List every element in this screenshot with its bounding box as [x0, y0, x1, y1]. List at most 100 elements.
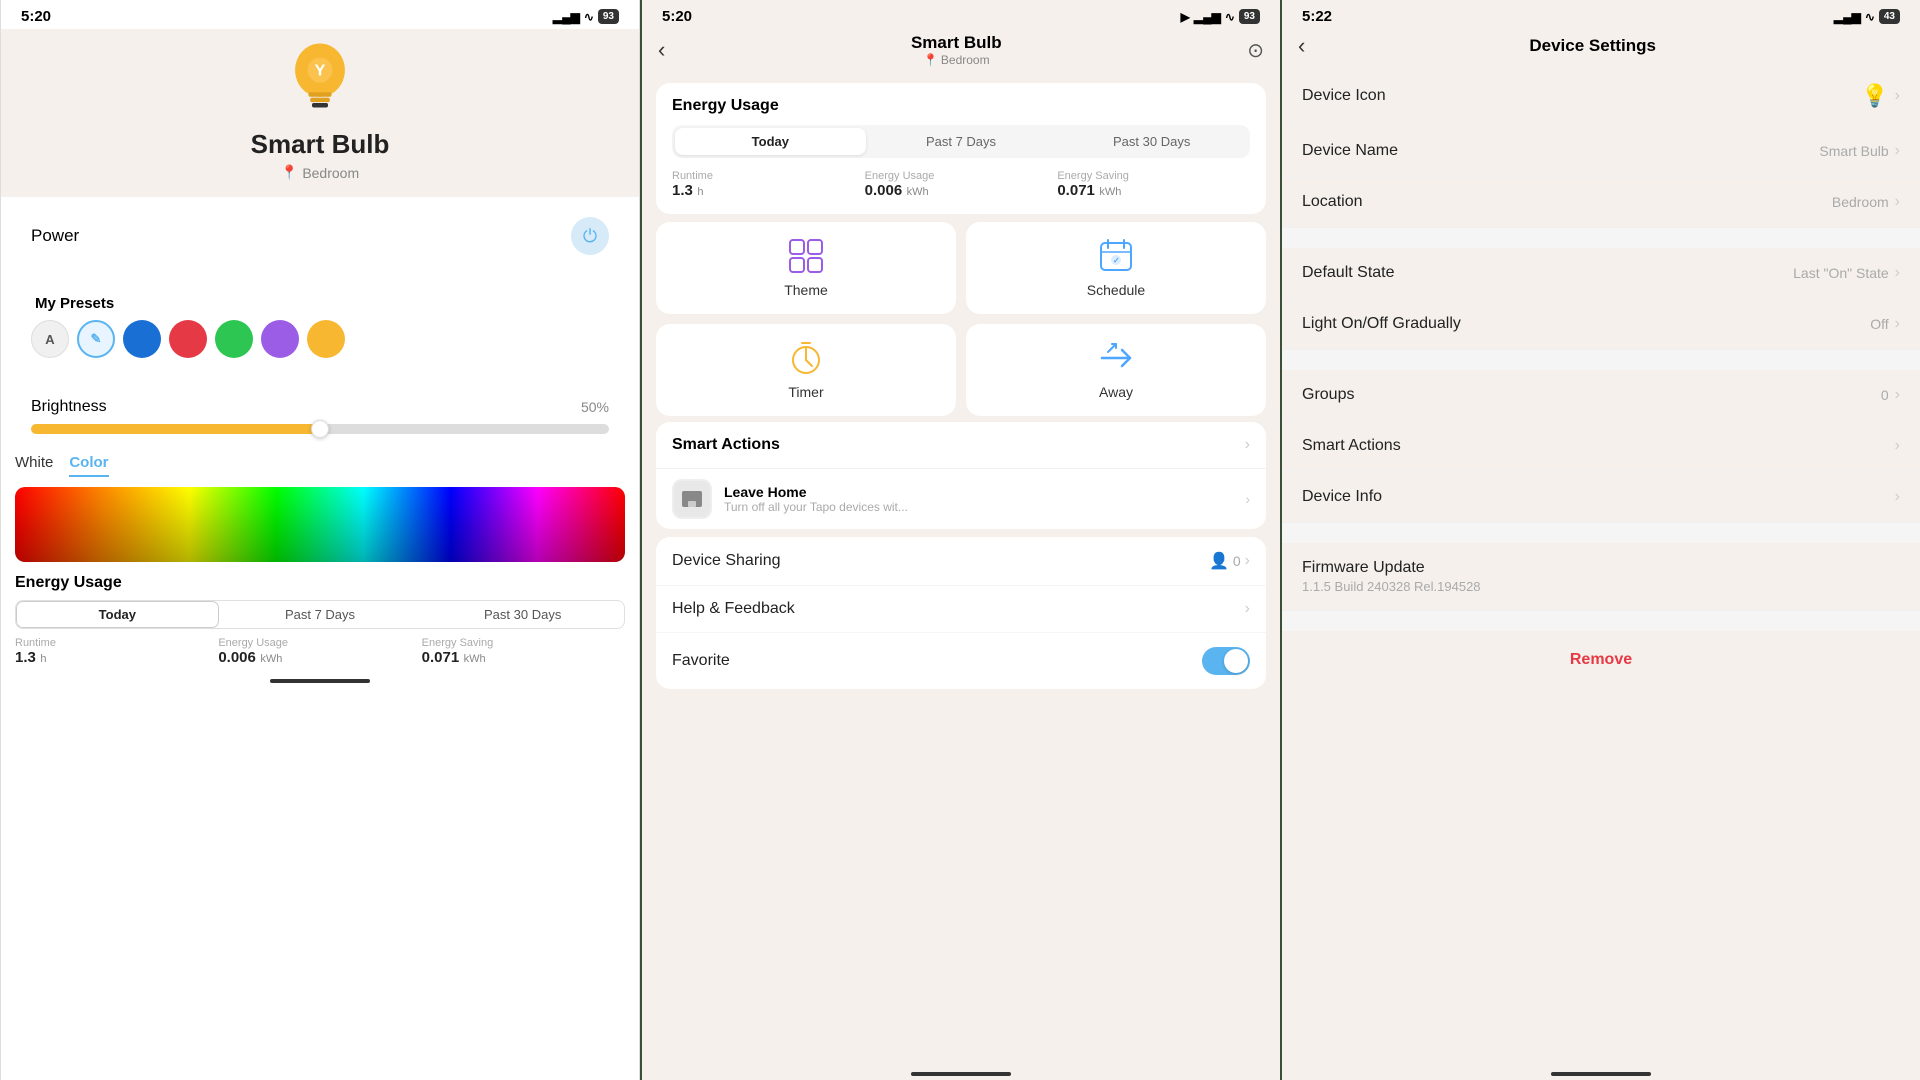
grid-label-timer: Timer	[788, 384, 823, 400]
section-gap-4	[1282, 611, 1920, 631]
schedule-icon: ✓	[1098, 238, 1134, 274]
preset-yellow[interactable]	[307, 320, 345, 358]
preset-green[interactable]	[215, 320, 253, 358]
action-icon-leave-home	[672, 479, 712, 519]
panel-2: 5:20 ▶ ▂▄▆ ∿ 93 ‹ Smart Bulb 📍 Bedroom ⊙…	[642, 0, 1280, 1080]
signal-icon-2: ▂▄▆	[1194, 10, 1221, 24]
nav-title-2: Smart Bulb 📍 Bedroom	[665, 33, 1247, 67]
device-info-chevron: ›	[1895, 488, 1900, 506]
battery-1: 93	[598, 9, 619, 24]
sharing-count: 0	[1233, 553, 1241, 569]
back-button-2[interactable]: ‹	[658, 37, 665, 63]
preset-blue[interactable]	[123, 320, 161, 358]
status-icons-3: ▂▄▆ ∿ 43	[1834, 9, 1900, 24]
energy-tab-today[interactable]: Today	[16, 601, 219, 628]
section-gap-3	[1282, 523, 1920, 543]
status-time-1: 5:20	[21, 8, 51, 25]
panel-1: 5:20 ▂▄▆ ∿ 93 Y Smart Bulb 📍 Bedroom Pow…	[0, 0, 640, 1080]
smart-actions-item[interactable]: Smart Actions ›	[1282, 421, 1920, 472]
preset-purple[interactable]	[261, 320, 299, 358]
energy-stats-2: Runtime 1.3 h Energy Usage 0.006 kWh Ene…	[672, 170, 1250, 200]
nav-bar-3: ‹ Device Settings	[1282, 29, 1920, 67]
status-icons-2: ▶ ▂▄▆ ∿ 93	[1181, 9, 1260, 24]
location-pin-icon-2: 📍	[923, 53, 938, 67]
energy-stats: Runtime 1.3 h Energy Usage 0.006 kWh Ene…	[15, 637, 625, 667]
help-chevron: ›	[1245, 600, 1250, 618]
wifi-icon-3: ∿	[1865, 10, 1875, 24]
back-button-3[interactable]: ‹	[1298, 33, 1305, 59]
firmware-item[interactable]: Firmware Update 1.1.5 Build 240328 Rel.1…	[1282, 543, 1920, 611]
feature-grid: Theme ✓ Schedule	[656, 222, 1266, 416]
home-indicator-3	[1282, 1060, 1920, 1080]
device-icon-item[interactable]: Device Icon 💡 ›	[1282, 67, 1920, 126]
p2-tab-30days[interactable]: Past 30 Days	[1056, 128, 1247, 155]
signal-icon-3: ▂▄▆	[1834, 10, 1861, 24]
presets-row: A ✎	[31, 320, 609, 358]
energy-section: Energy Usage Today Past 7 Days Past 30 D…	[15, 574, 625, 667]
light-gradually-chevron: ›	[1895, 315, 1900, 333]
location-pin-icon: 📍	[281, 164, 298, 181]
p2-stat-runtime: Runtime 1.3 h	[672, 170, 865, 200]
brightness-label: Brightness	[31, 398, 107, 416]
grid-item-timer[interactable]: Timer	[656, 324, 956, 416]
energy-tab-7days[interactable]: Past 7 Days	[219, 601, 422, 628]
section-gap-1	[1282, 228, 1920, 248]
p2-tab-today[interactable]: Today	[675, 128, 866, 155]
stat-runtime: Runtime 1.3 h	[15, 637, 218, 667]
wifi-icon-1: ∿	[584, 10, 594, 24]
tab-color[interactable]: Color	[69, 454, 108, 477]
svg-text:✓: ✓	[1113, 256, 1120, 265]
p2-scroll: Energy Usage Today Past 7 Days Past 30 D…	[642, 75, 1280, 1060]
brightness-card: Brightness 50%	[15, 384, 625, 448]
location-chevron: ›	[1895, 193, 1900, 211]
settings-icon-2[interactable]: ⊙	[1247, 38, 1264, 63]
default-state-item[interactable]: Default State Last "On" State ›	[1282, 248, 1920, 299]
preset-a[interactable]: A	[31, 320, 69, 358]
smart-actions-chevron: ›	[1895, 437, 1900, 455]
device-name: Smart Bulb	[251, 129, 390, 160]
action-item-leave-home[interactable]: Leave Home Turn off all your Tapo device…	[656, 468, 1266, 529]
grid-item-schedule[interactable]: ✓ Schedule	[966, 222, 1266, 314]
grid-label-theme: Theme	[784, 282, 828, 298]
favorite-toggle[interactable]	[1202, 647, 1250, 675]
color-tabs: White Color	[15, 454, 625, 483]
status-bar-3: 5:22 ▂▄▆ ∿ 43	[1282, 0, 1920, 29]
device-sharing-item[interactable]: Device Sharing 👤 0 ›	[656, 537, 1266, 585]
energy-tab-30days[interactable]: Past 30 Days	[421, 601, 624, 628]
hero-section: Y Smart Bulb 📍 Bedroom	[1, 29, 639, 197]
color-wheel[interactable]	[15, 487, 625, 562]
grid-item-away[interactable]: Away	[966, 324, 1266, 416]
preset-red[interactable]	[169, 320, 207, 358]
signal-icon-1: ▂▄▆	[553, 10, 580, 24]
p2-tab-7days[interactable]: Past 7 Days	[866, 128, 1057, 155]
device-location: 📍 Bedroom	[281, 164, 359, 181]
p2-stat-energy-usage: Energy Usage 0.006 kWh	[865, 170, 1058, 200]
tab-white[interactable]: White	[15, 454, 53, 477]
device-name-item[interactable]: Device Name Smart Bulb ›	[1282, 126, 1920, 177]
presets-card: My Presets A ✎	[15, 281, 625, 372]
grid-item-theme[interactable]: Theme	[656, 222, 956, 314]
device-icon-chevron: ›	[1895, 87, 1900, 105]
wifi-icon-2: ∿	[1225, 10, 1235, 24]
help-feedback-item[interactable]: Help & Feedback ›	[656, 585, 1266, 632]
panel-3: 5:22 ▂▄▆ ∿ 43 ‹ Device Settings Device I…	[1282, 0, 1920, 1080]
power-button[interactable]: ⏻	[571, 217, 609, 255]
light-gradually-item[interactable]: Light On/Off Gradually Off ›	[1282, 299, 1920, 350]
brightness-slider[interactable]	[31, 424, 609, 434]
grid-label-away: Away	[1099, 384, 1133, 400]
energy-card-2: Energy Usage Today Past 7 Days Past 30 D…	[656, 83, 1266, 214]
groups-item[interactable]: Groups 0 ›	[1282, 370, 1920, 421]
power-label: Power	[31, 226, 79, 246]
home-indicator-1	[1, 667, 639, 687]
remove-button[interactable]: Remove	[1282, 631, 1920, 689]
preset-edit[interactable]: ✎	[77, 320, 115, 358]
action-text-leave-home: Leave Home Turn off all your Tapo device…	[724, 484, 1233, 514]
favorite-item[interactable]: Favorite	[656, 632, 1266, 689]
smart-actions-section: Smart Actions › Leave Home Turn off all …	[656, 422, 1266, 529]
location-item[interactable]: Location Bedroom ›	[1282, 177, 1920, 228]
smart-actions-header[interactable]: Smart Actions ›	[656, 422, 1266, 468]
home-indicator-2	[642, 1060, 1280, 1080]
device-info-item[interactable]: Device Info ›	[1282, 472, 1920, 523]
status-time-3: 5:22	[1302, 8, 1332, 25]
nav-bar-2: ‹ Smart Bulb 📍 Bedroom ⊙	[642, 29, 1280, 75]
